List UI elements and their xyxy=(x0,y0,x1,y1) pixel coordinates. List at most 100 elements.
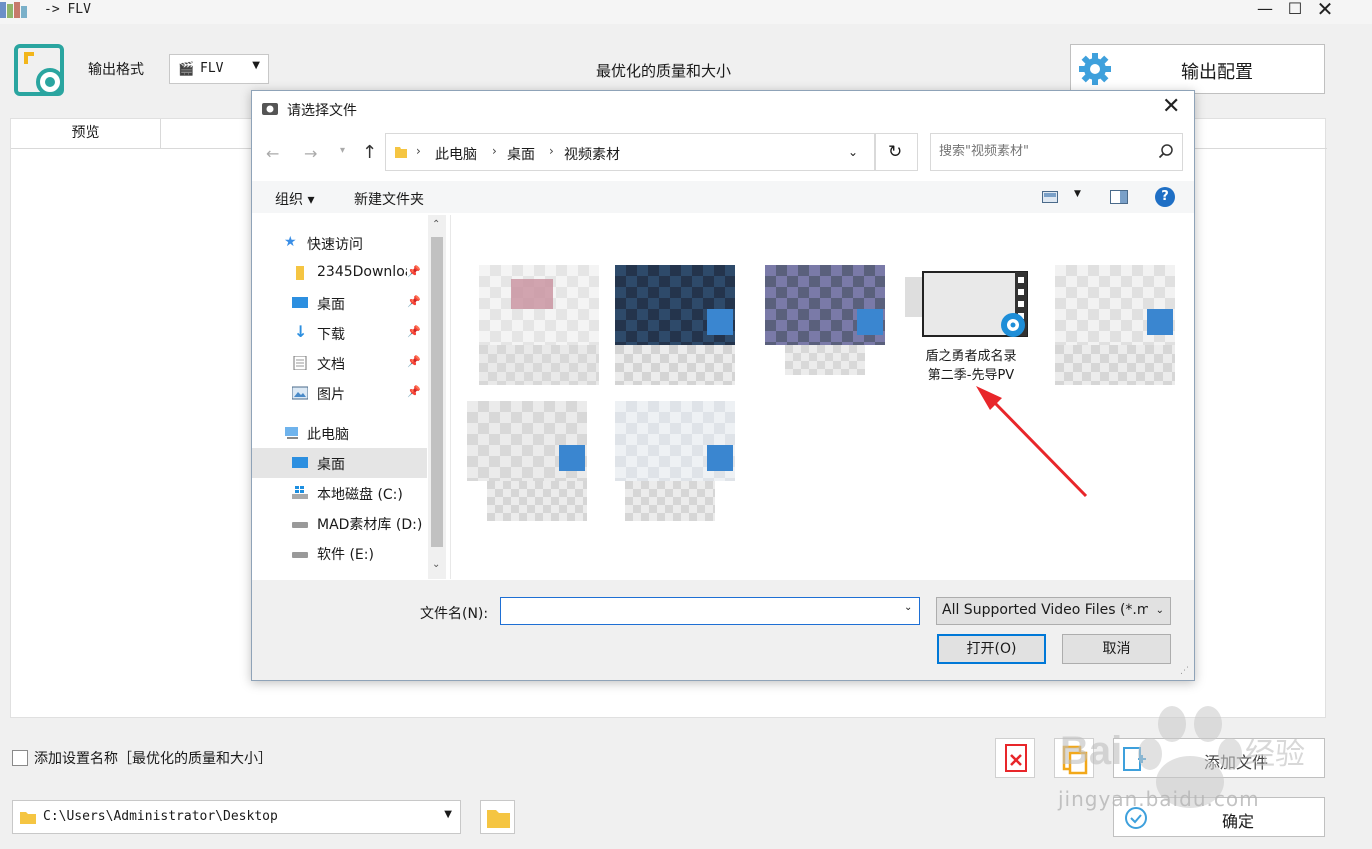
chevron-down-icon: ▼ xyxy=(252,60,260,71)
chevron-down-icon: ▼ xyxy=(444,809,452,820)
output-format-logo-icon xyxy=(14,44,64,96)
forward-arrow-icon[interactable]: → xyxy=(304,144,317,163)
nav-documents[interactable]: 文档 📌 xyxy=(252,348,427,378)
pin-icon[interactable]: 📌 xyxy=(407,265,421,278)
preview-pane-icon[interactable] xyxy=(1110,190,1128,204)
file-item-blurred[interactable] xyxy=(467,401,597,531)
resize-grip-icon[interactable]: ⋰ xyxy=(1180,666,1189,676)
minimize-button[interactable]: — xyxy=(1252,0,1278,20)
breadcrumb-this-pc[interactable]: 此电脑 xyxy=(435,144,477,164)
view-options-icon[interactable] xyxy=(1042,191,1058,203)
nav-quick-access[interactable]: ★ 快速访问 xyxy=(252,228,427,258)
pin-icon[interactable]: 📌 xyxy=(407,385,421,398)
folder-icon xyxy=(296,266,304,280)
new-folder-button[interactable]: 新建文件夹 xyxy=(354,189,424,209)
chevron-down-icon: ⌄ xyxy=(1155,605,1164,616)
dialog-title-bar: 请选择文件 ✕ xyxy=(252,91,1194,125)
dialog-bottom-bar: 文件名(N): ⌄ All Supported Video Files (*.m… xyxy=(252,580,1194,680)
file-item-blurred[interactable] xyxy=(1055,265,1185,395)
breadcrumb-desktop[interactable]: 桌面 xyxy=(507,144,535,164)
nav-this-pc[interactable]: 此电脑 xyxy=(252,418,427,448)
recent-locations-icon[interactable]: ▾ xyxy=(340,145,345,156)
file-item-blurred[interactable] xyxy=(615,401,745,531)
breadcrumb-video-folder[interactable]: 视频素材 xyxy=(564,144,620,164)
output-format-select[interactable]: 🎬 FLV ▼ xyxy=(169,54,269,84)
search-icon xyxy=(1158,144,1173,159)
dialog-title: 请选择文件 xyxy=(287,103,357,119)
organize-menu[interactable]: 组织 ▾ xyxy=(275,189,314,209)
nav-drive-d[interactable]: MAD素材库 (D:) xyxy=(252,508,427,538)
output-path-select[interactable]: C:\Users\Administrator\Desktop ▼ xyxy=(12,800,461,834)
nav-scrollbar[interactable]: ⌃ ⌄ xyxy=(428,215,446,579)
pin-icon[interactable]: 📌 xyxy=(407,295,421,308)
nav-drive-e[interactable]: 软件 (E:) xyxy=(252,538,427,568)
search-input[interactable] xyxy=(939,144,1139,159)
up-arrow-icon[interactable]: ↑ xyxy=(362,142,377,163)
download-icon: ↓ xyxy=(294,322,308,341)
filename-input[interactable] xyxy=(500,597,920,625)
file-item-blurred[interactable] xyxy=(479,265,609,395)
file-thumbnail xyxy=(615,401,735,481)
gear-icon xyxy=(1079,53,1111,85)
close-button[interactable]: ✕ xyxy=(1312,0,1338,20)
video-file-thumbnail-icon xyxy=(905,271,1028,337)
filetype-value: All Supported Video Files (*.mp4;*.flv) xyxy=(942,602,1148,618)
pin-icon[interactable]: 📌 xyxy=(407,325,421,338)
add-file-label: 添加文件 xyxy=(1204,753,1269,772)
cancel-button[interactable]: 取消 xyxy=(1062,634,1171,664)
pin-icon[interactable]: 📌 xyxy=(407,355,421,368)
navigation-pane: ★ 快速访问 2345Downloads 📌 桌面 📌 ↓ 下载 📌 文档 📌 … xyxy=(252,215,448,579)
back-arrow-icon[interactable]: ← xyxy=(266,144,279,163)
preview-column-header[interactable]: 预览 xyxy=(11,119,161,149)
filename-label: 文件名(N): xyxy=(420,606,489,622)
file-thumbnail xyxy=(615,265,735,345)
dialog-close-button[interactable]: ✕ xyxy=(1162,96,1180,118)
file-item-target-video[interactable]: 盾之勇者成名录 第二季-先导PV xyxy=(901,265,1041,395)
document-icon xyxy=(293,356,307,370)
breadcrumb-separator: › xyxy=(416,144,421,158)
nav-local-disk-c[interactable]: 本地磁盘 (C:) xyxy=(252,478,427,508)
chevron-down-icon[interactable]: ▼ xyxy=(1074,189,1081,199)
file-item-blurred[interactable] xyxy=(765,265,895,395)
nav-desktop-pinned[interactable]: 桌面 📌 xyxy=(252,288,427,318)
add-file-button[interactable]: 添加文件 xyxy=(1113,738,1325,778)
chevron-down-icon[interactable]: ⌄ xyxy=(904,602,912,613)
folder-icon xyxy=(20,812,36,824)
output-config-label: 输出配置 xyxy=(1181,62,1253,83)
add-file-icon xyxy=(1123,747,1146,771)
batch-button[interactable] xyxy=(1054,738,1094,778)
chevron-down-icon[interactable]: ⌄ xyxy=(848,145,858,159)
address-bar[interactable]: › 此电脑 › 桌面 › 视频素材 ⌄ xyxy=(385,133,875,171)
search-box[interactable] xyxy=(930,133,1183,171)
quality-preset-label: 最优化的质量和大小 xyxy=(596,62,732,80)
desktop-icon xyxy=(292,457,308,468)
chevron-up-icon[interactable]: ⌃ xyxy=(432,219,440,230)
open-button[interactable]: 打开(O) xyxy=(937,634,1046,664)
scrollbar-thumb[interactable] xyxy=(431,237,443,547)
drive-icon xyxy=(292,552,308,558)
app-title: -> FLV xyxy=(44,2,91,17)
file-item-blurred[interactable] xyxy=(615,265,745,395)
picture-icon xyxy=(292,386,308,400)
folder-icon xyxy=(395,147,407,158)
chevron-down-icon[interactable]: ⌄ xyxy=(432,559,440,570)
file-name-line-2: 第二季-先导PV xyxy=(927,368,1015,383)
star-icon: ★ xyxy=(284,234,297,250)
output-config-button[interactable]: 输出配置 xyxy=(1070,44,1325,94)
help-icon[interactable]: ? xyxy=(1155,187,1175,207)
file-thumbnail xyxy=(467,401,587,481)
filetype-select[interactable]: All Supported Video Files (*.mp4;*.flv) … xyxy=(936,597,1171,625)
maximize-button[interactable]: ☐ xyxy=(1282,0,1308,20)
nav-downloads[interactable]: ↓ 下载 📌 xyxy=(252,318,427,348)
dialog-app-icon xyxy=(262,103,278,115)
refresh-button[interactable]: ↻ xyxy=(875,133,918,171)
nav-2345downloads[interactable]: 2345Downloads 📌 xyxy=(252,258,427,288)
nav-pictures[interactable]: 图片 📌 xyxy=(252,378,427,408)
add-setting-checkbox[interactable] xyxy=(12,750,28,766)
add-setting-label: 添加设置名称［最优化的质量和大小］ xyxy=(34,751,272,767)
delete-button[interactable] xyxy=(995,738,1035,778)
desktop-icon xyxy=(292,297,308,308)
nav-desktop[interactable]: 桌面 xyxy=(252,448,427,478)
browse-folder-button[interactable] xyxy=(480,800,515,834)
watermark-text: jingyan.baidu.com xyxy=(1058,787,1260,811)
